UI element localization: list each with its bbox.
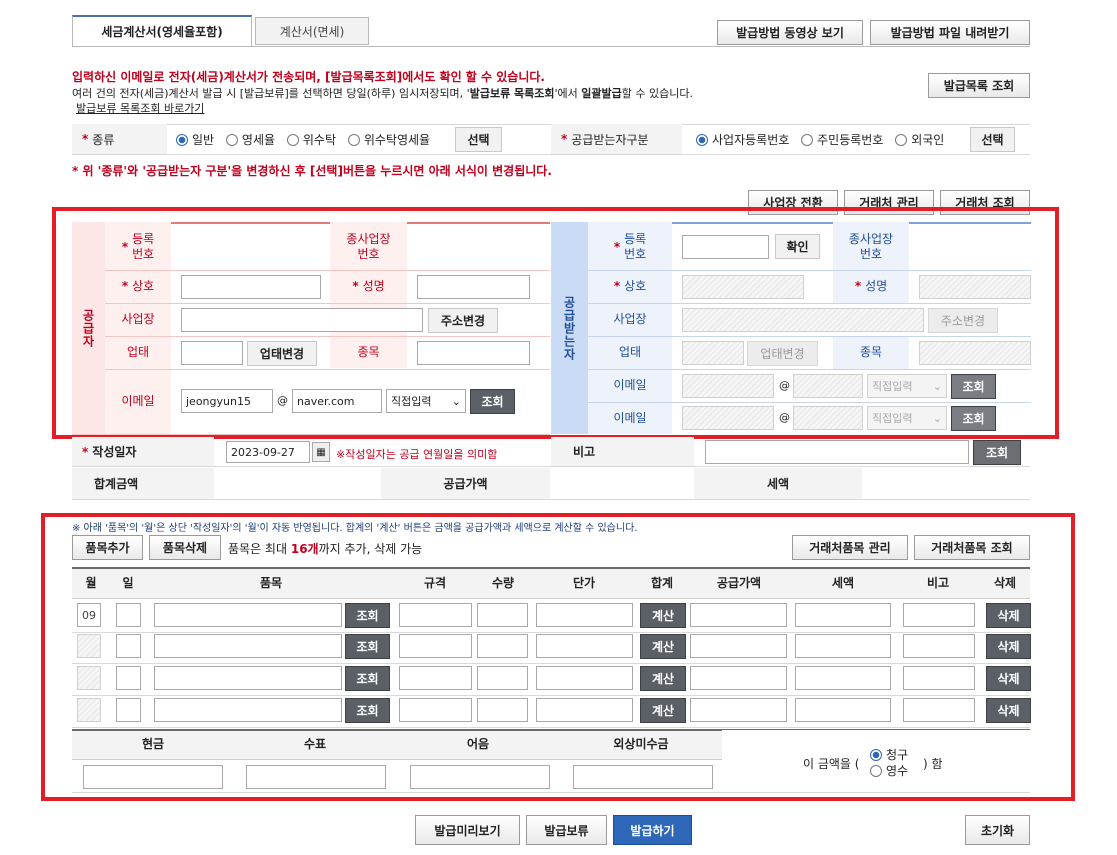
date-note: ※작성일자는 공급 연월일을 의미함 xyxy=(336,448,498,461)
supply-label: 공급가액 xyxy=(381,468,550,499)
receiver-type-options: 사업자등록번호 주민등록번호 외국인 xyxy=(696,131,944,148)
radio-general[interactable]: 일반 xyxy=(176,133,214,147)
tab-tax-invoice[interactable]: 세금계산서(영세율포함) xyxy=(72,15,252,46)
date-label: * 작성일자 xyxy=(72,437,214,466)
type-select-button[interactable]: 선택 xyxy=(455,127,502,152)
video-guide-button[interactable]: 발급방법 동영상 보기 xyxy=(717,20,863,45)
type-label: * 종류 xyxy=(72,124,167,154)
highlight-box-parties xyxy=(52,207,1059,439)
tab-underline xyxy=(72,46,1030,47)
file-download-button[interactable]: 발급방법 파일 내려받기 xyxy=(870,20,1030,45)
format-warning: * 위 '종류'와 '공급받는자 구분'을 변경하신 후 [선택]버튼을 누르시… xyxy=(72,164,552,178)
total-label: 합계금액 xyxy=(72,468,214,499)
reset-button[interactable]: 초기화 xyxy=(965,815,1030,845)
radio-zero-rate[interactable]: 영세율 xyxy=(225,133,275,147)
radio-resident-no[interactable]: 주민등록번호 xyxy=(801,133,883,147)
radio-consign[interactable]: 위수탁 xyxy=(286,133,336,147)
radio-consign-zero[interactable]: 위수탁영세율 xyxy=(347,133,430,147)
receiver-select-button[interactable]: 선택 xyxy=(970,127,1015,152)
issued-list-button[interactable]: 발급목록 조회 xyxy=(928,73,1030,98)
divider xyxy=(72,154,1030,155)
tax-label: 세액 xyxy=(694,468,862,499)
remark-lookup-button[interactable]: 조회 xyxy=(973,440,1021,465)
hold-list-link[interactable]: 발급보류 목록조회 바로가기 xyxy=(76,100,204,116)
issue-hold-button[interactable]: 발급보류 xyxy=(526,815,607,845)
date-input[interactable]: 2023-09-27 xyxy=(226,441,310,463)
radio-foreigner[interactable]: 외국인 xyxy=(895,133,944,147)
issue-preview-button[interactable]: 발급미리보기 xyxy=(415,815,520,845)
notice-line1: 입력하신 이메일로 전자(세금)계산서가 전송되며, [발급목록조회]에서도 확… xyxy=(72,70,545,84)
divider xyxy=(72,499,1030,500)
tab-invoice-exempt[interactable]: 계산서(면세) xyxy=(255,17,369,45)
calendar-icon[interactable]: ▦ xyxy=(312,442,330,462)
type-options: 일반 영세율 위수탁 위수탁영세율 xyxy=(176,131,430,148)
receiver-type-label: * 공급받는자구분 xyxy=(551,124,682,154)
notice-line2: 여러 건의 전자(세금)계산서 발급 시 [발급보류]를 선택하면 당일(하루)… xyxy=(72,87,693,100)
radio-business-no[interactable]: 사업자등록번호 xyxy=(696,133,789,147)
issue-button[interactable]: 발급하기 xyxy=(613,815,692,845)
highlight-box-items xyxy=(41,513,1075,801)
divider xyxy=(72,466,1030,467)
remark-input[interactable] xyxy=(705,440,969,464)
remark-label: 비고 xyxy=(551,437,694,466)
